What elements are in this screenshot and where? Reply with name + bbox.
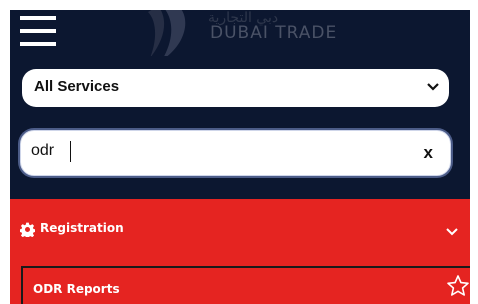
- gear-icon: [20, 222, 35, 237]
- dubai-trade-logo: [148, 10, 186, 56]
- service-select-value: All Services: [34, 78, 120, 95]
- chevron-down-icon: [446, 228, 458, 236]
- header-bar: دبي التجارية DUBAI TRADE: [10, 10, 470, 56]
- clear-search-button[interactable]: x: [424, 143, 433, 163]
- search-input-value: odr: [31, 142, 55, 159]
- accordion-registration[interactable]: Registration: [10, 199, 470, 255]
- search-area: All Services odr x: [10, 56, 470, 199]
- menu-item-label: ODR Reports: [33, 282, 120, 296]
- chevron-down-icon: [427, 83, 439, 91]
- submenu-area: ODR Reports: [10, 255, 470, 304]
- menu-icon[interactable]: [20, 14, 56, 48]
- text-caret: [70, 141, 71, 162]
- search-input[interactable]: odr x: [20, 130, 451, 176]
- accordion-label: Registration: [40, 221, 124, 235]
- app-panel: دبي التجارية DUBAI TRADE All Services od…: [10, 10, 470, 304]
- star-icon[interactable]: [446, 274, 470, 298]
- menu-item-odr-reports[interactable]: ODR Reports: [21, 266, 470, 304]
- brand-name: DUBAI TRADE: [210, 23, 338, 43]
- service-select[interactable]: All Services: [22, 69, 449, 107]
